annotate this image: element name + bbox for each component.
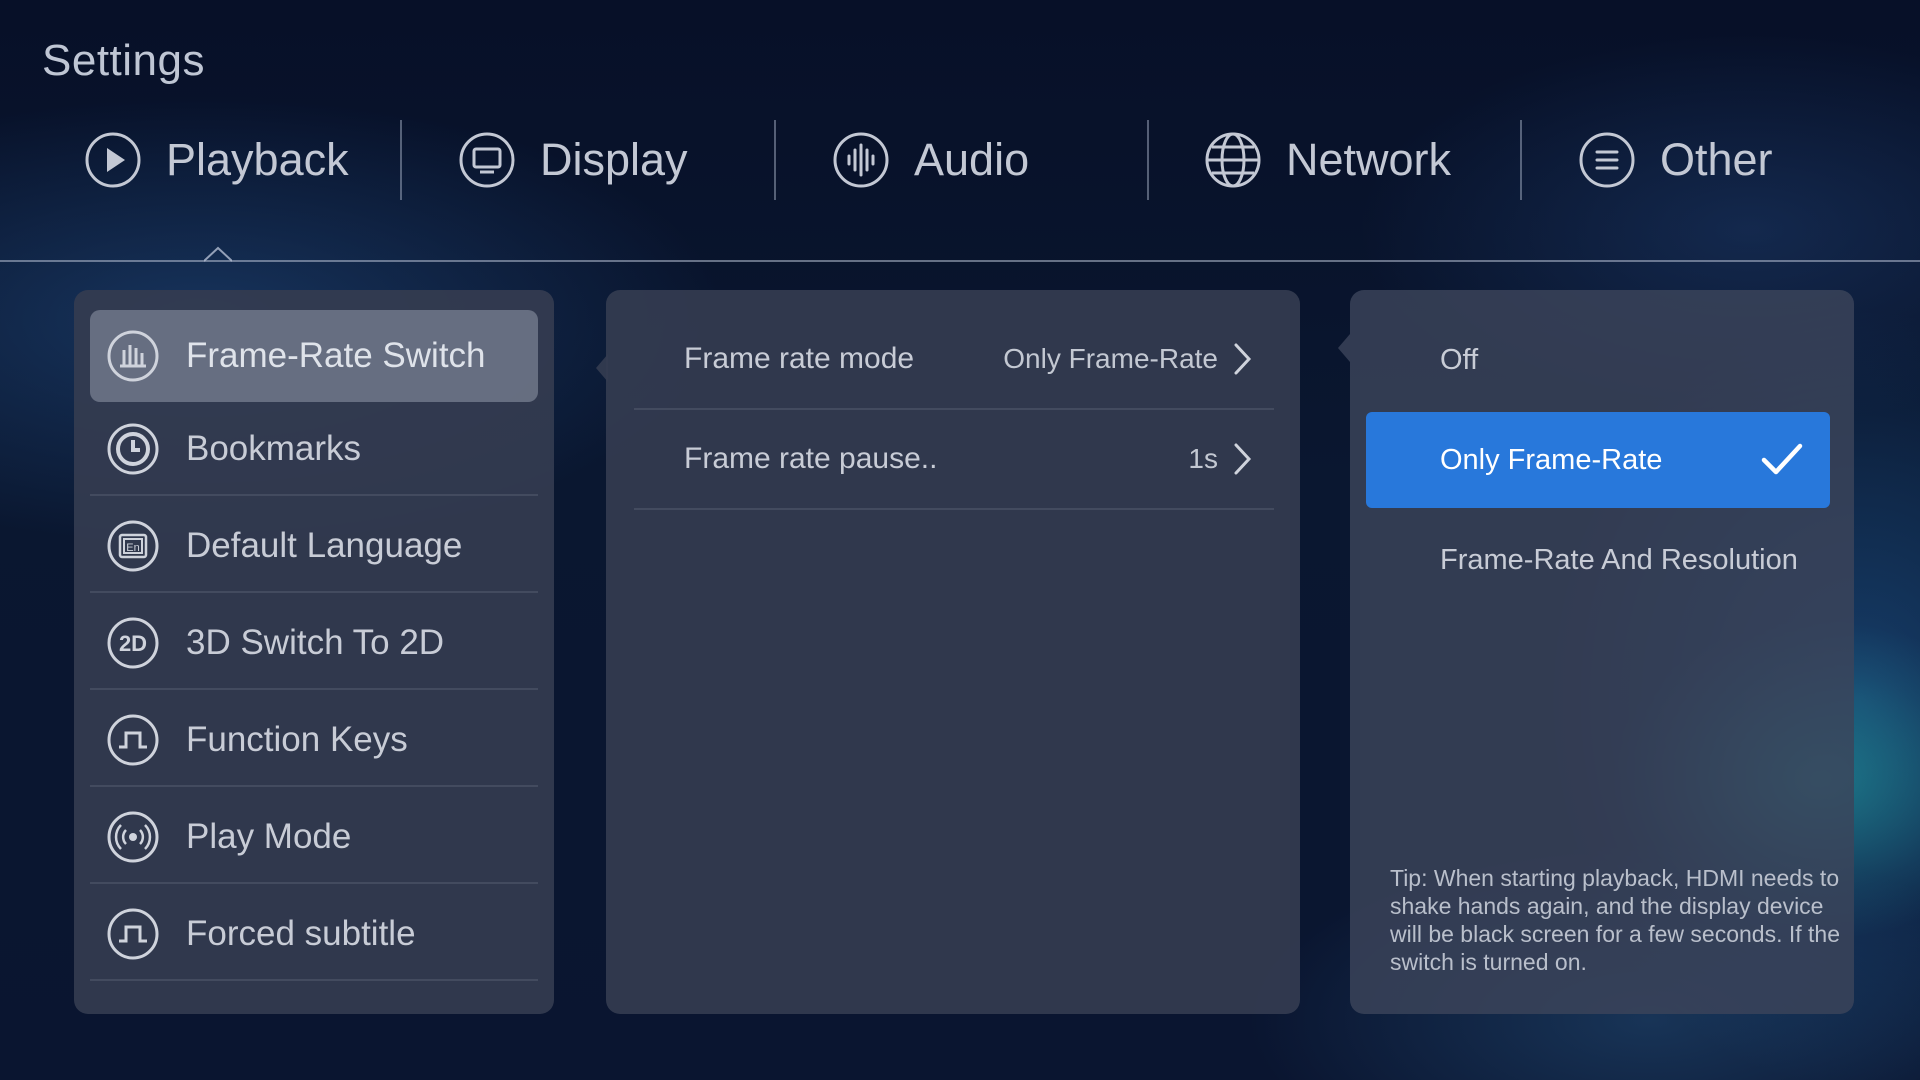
clock-icon [106, 422, 160, 476]
setting-label: Frame rate mode [684, 342, 915, 375]
svg-text:2D: 2D [119, 631, 147, 656]
setting-frame-rate-pause[interactable]: Frame rate pause.. 1s [634, 410, 1274, 510]
setting-frame-rate-mode[interactable]: Frame rate mode Only Frame-Rate [634, 310, 1274, 410]
sidebar-item-label: Bookmarks [186, 429, 362, 468]
option-label: Off [1440, 343, 1479, 376]
language-en-icon: En [106, 519, 160, 573]
option-label: Frame-Rate And Resolution [1440, 543, 1798, 576]
tab-display[interactable]: Display [458, 110, 688, 210]
sidebar-item-label: 3D Switch To 2D [186, 623, 445, 662]
tab-bar: Playback Display Audio Network Other [0, 110, 1920, 210]
broadcast-icon [106, 810, 160, 864]
sidebar-item-label: Forced subtitle [186, 914, 416, 953]
active-tab-caret [204, 246, 232, 262]
setting-value: 1s [1188, 443, 1218, 474]
sidebar-item-label: Function Keys [186, 720, 408, 759]
tip-text: Tip: When starting playback, HDMI needs … [1390, 865, 1840, 975]
tab-label: Playback [166, 134, 349, 185]
tab-divider [400, 120, 402, 200]
tab-underline [0, 260, 1920, 262]
tab-network[interactable]: Network [1204, 110, 1451, 210]
tab-audio[interactable]: Audio [832, 110, 1029, 210]
sidebar-item-forced-subtitle[interactable]: Forced subtitle [90, 889, 538, 981]
tab-other[interactable]: Other [1578, 110, 1773, 210]
option-only-frame-rate[interactable]: Only Frame-Rate [1366, 412, 1830, 508]
tab-divider [1147, 120, 1149, 200]
options-panel: Off Only Frame-Rate Frame-Rate And Resol… [1350, 290, 1854, 1014]
svg-text:En: En [126, 542, 139, 554]
bar-chart-icon [106, 329, 160, 383]
option-frame-rate-and-resolution[interactable]: Frame-Rate And Resolution [1366, 512, 1830, 608]
sidebar-item-play-mode[interactable]: Play Mode [90, 792, 538, 884]
sidebar-item-3d-switch[interactable]: 2D 3D Switch To 2D [90, 598, 538, 690]
tab-playback[interactable]: Playback [84, 110, 349, 210]
checkmark-icon [1761, 443, 1803, 475]
chevron-right-icon [1232, 341, 1254, 377]
sidebar-item-label: Frame-Rate Switch [186, 336, 486, 375]
waveform-icon [832, 131, 890, 189]
play-circle-icon [84, 131, 142, 189]
option-label: Only Frame-Rate [1440, 443, 1663, 476]
setting-label: Frame rate pause.. [684, 442, 938, 475]
chevron-right-icon [1232, 441, 1254, 477]
sidebar-item-frame-rate-switch[interactable]: Frame-Rate Switch [90, 310, 538, 402]
tab-divider [1520, 120, 1522, 200]
sidebar-item-default-language[interactable]: En Default Language [90, 501, 538, 593]
sidebar-item-label: Play Mode [186, 817, 352, 856]
tab-label: Network [1286, 134, 1452, 185]
settings-panel: Frame rate mode Only Frame-Rate Frame ra… [606, 290, 1300, 1014]
tab-label: Other [1660, 134, 1773, 185]
panel-pointer [1338, 334, 1350, 362]
sidebar-item-bookmarks[interactable]: Bookmarks [90, 404, 538, 496]
tab-label: Audio [914, 134, 1030, 185]
option-off[interactable]: Off [1366, 312, 1830, 408]
menu-lines-icon [1578, 131, 1636, 189]
monitor-icon [458, 131, 516, 189]
page-title: Settings [42, 36, 205, 85]
tab-label: Display [540, 134, 688, 185]
pulse-icon [106, 713, 160, 767]
globe-icon [1204, 131, 1262, 189]
sidebar-item-label: Default Language [186, 526, 463, 565]
2d-icon: 2D [106, 616, 160, 670]
pulse-icon [106, 907, 160, 961]
tab-divider [774, 120, 776, 200]
sidebar-item-function-keys[interactable]: Function Keys [90, 695, 538, 787]
sidebar-panel: Frame-Rate Switch Bookmarks En Default L… [74, 290, 554, 1014]
setting-value: Only Frame-Rate [1003, 343, 1218, 374]
